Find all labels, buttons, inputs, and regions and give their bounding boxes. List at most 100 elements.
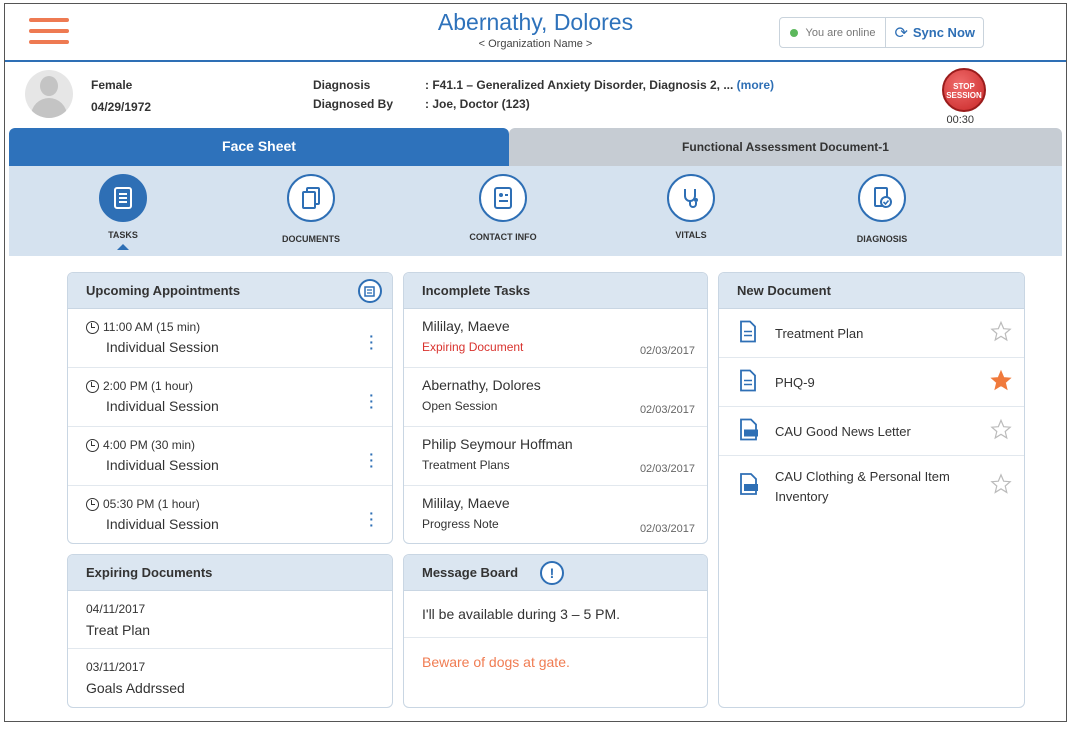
message-item-alert: Beware of dogs at gate. [422, 653, 570, 670]
stop-label: STOP [953, 82, 975, 91]
sync-status-box: You are online ⟳ Sync Now [778, 17, 984, 48]
document-icon [739, 320, 757, 346]
subnav-tasks[interactable]: TASKS [58, 174, 188, 250]
upcoming-appointments-card: Upcoming Appointments 11:00 AM (15 min) … [67, 272, 393, 544]
task-patient-name: Abernathy, Dolores [422, 377, 541, 393]
patient-info-bar: Female 04/29/1972 Diagnosis Diagnosed By… [5, 64, 1066, 128]
incomplete-tasks-card: Incomplete Tasks Mililay, Maeve Expiring… [403, 272, 708, 544]
appointment-row[interactable]: 2:00 PM (1 hour) Individual Session · · · [68, 368, 392, 427]
task-date: 02/03/2017 [639, 463, 695, 475]
clock-icon [86, 320, 99, 334]
task-row[interactable]: Philip Seymour Hoffman Treatment Plans 0… [404, 427, 707, 486]
upcoming-appointments-header: Upcoming Appointments [68, 273, 392, 309]
appointment-row[interactable]: 11:00 AM (15 min) Individual Session · · · [68, 309, 392, 368]
message-board-header: Message Board ! [404, 555, 707, 591]
diagnosis-label: Diagnosis [313, 78, 371, 92]
subnav-diagnosis-label: DIAGNOSIS [856, 234, 908, 244]
expiring-document-title: Treat Plan [86, 622, 151, 638]
task-row[interactable]: Abernathy, Dolores Open Session 02/03/20… [404, 368, 707, 427]
top-bar: Abernathy, Dolores < Organization Name >… [5, 4, 1066, 62]
session-label: SESSION [946, 91, 982, 100]
appointment-time: 2:00 PM (1 hour) [103, 379, 194, 393]
diagnosis-value: : F41.1 – Generalized Anxiety Disorder, … [425, 78, 774, 92]
task-row[interactable]: Mililay, Maeve Progress Note 02/03/2017 [404, 486, 707, 543]
online-dot-icon [789, 28, 798, 37]
alert-icon[interactable]: ! [540, 561, 564, 585]
expiring-document-date: 03/11/2017 [86, 660, 146, 674]
diagnosis-more-link[interactable]: (more) [737, 78, 774, 92]
star-outline-icon[interactable] [990, 473, 1012, 501]
appointment-title: Individual Session [106, 398, 219, 414]
sync-icon: ⟳ [894, 24, 908, 42]
appointment-title: Individual Session [106, 457, 219, 473]
new-document-header: New Document [719, 273, 1024, 309]
app-window: Abernathy, Dolores < Organization Name >… [4, 3, 1067, 722]
expiring-documents-header: Expiring Documents [68, 555, 392, 591]
stop-session-button[interactable]: STOP SESSION [942, 68, 986, 112]
document-icon [739, 369, 757, 395]
expiring-documents-title: Expiring Documents [86, 565, 213, 580]
diagnosed-by-value: : Joe, Doctor (123) [425, 97, 530, 111]
upcoming-appointments-title: Upcoming Appointments [86, 283, 241, 298]
expiring-documents-card: Expiring Documents 04/11/2017 Treat Plan… [67, 554, 393, 708]
message-board-title: Message Board [422, 565, 519, 580]
sync-now-button[interactable]: ⟳ Sync Now [886, 18, 983, 47]
online-status: You are online [780, 18, 887, 47]
patient-sex: Female [91, 78, 133, 92]
incomplete-tasks-title: Incomplete Tasks [422, 283, 531, 298]
task-date: 02/03/2017 [639, 404, 695, 416]
subnav-tasks-label: TASKS [108, 230, 138, 240]
incomplete-tasks-header: Incomplete Tasks [404, 273, 707, 309]
task-row[interactable]: Mililay, Maeve Expiring Document 02/03/2… [404, 309, 707, 368]
new-document-label: Treatment Plan [775, 325, 864, 341]
subnav-vitals[interactable]: VITALS [626, 174, 756, 240]
online-status-label: You are online [805, 26, 876, 39]
stethoscope-icon [667, 174, 715, 222]
new-document-label: CAU Good News Letter [775, 423, 911, 439]
session-timer: 00:30 [946, 114, 974, 126]
avatar [25, 70, 73, 118]
more-options-icon[interactable]: · · · [369, 506, 374, 532]
diagnosed-by-label: Diagnosed By [313, 97, 394, 111]
appointment-time: 4:00 PM (30 min) [103, 438, 196, 452]
subnav-vitals-label: VITALS [675, 230, 707, 240]
appointment-time: 11:00 AM (15 min) [103, 320, 201, 334]
more-options-icon[interactable]: · · · [369, 388, 374, 414]
sync-now-label: Sync Now [912, 25, 975, 40]
star-outline-icon[interactable] [990, 418, 1012, 444]
tasks-icon [99, 174, 147, 222]
expiring-document-row[interactable]: 04/11/2017 Treat Plan [68, 591, 392, 649]
more-options-icon[interactable]: · · · [369, 329, 374, 355]
task-date: 02/03/2017 [639, 523, 695, 535]
star-filled-icon[interactable] [990, 369, 1012, 395]
star-outline-icon[interactable] [990, 320, 1012, 346]
subnav-documents[interactable]: DOCUMENTS [246, 174, 376, 244]
subnav-documents-label: DOCUMENTS [282, 234, 340, 244]
new-document-card: New Document Treatment Plan PHQ-9 CAU Go… [718, 272, 1025, 708]
new-document-item[interactable]: CAU Good News Letter [719, 407, 1024, 456]
appointment-row[interactable]: 4:00 PM (30 min) Individual Session · · · [68, 427, 392, 486]
documents-icon [287, 174, 335, 222]
message-item: I'll be available during 3 – 5 PM. [404, 591, 707, 638]
diagnosis-icon [858, 174, 906, 222]
more-options-icon[interactable]: · · · [369, 447, 374, 473]
subnav-diagnosis[interactable]: DIAGNOSIS [817, 174, 947, 244]
subnav-contact-info[interactable]: CONTACT INFO [438, 174, 568, 242]
tab-face-sheet[interactable]: Face Sheet [9, 128, 509, 166]
tab-functional-assessment[interactable]: Functional Assessment Document-1 [509, 128, 1062, 166]
appointment-title: Individual Session [106, 516, 219, 532]
expiring-document-row[interactable]: 03/11/2017 Goals Addrssed [68, 649, 392, 707]
active-caret-icon [117, 244, 129, 250]
edit-calendar-icon[interactable] [358, 279, 382, 303]
subnav-contact-info-label: CONTACT INFO [469, 232, 537, 242]
appointment-row[interactable]: 05:30 PM (1 hour) Individual Session · · · [68, 486, 392, 543]
new-document-item[interactable]: CAU Clothing & Personal Item Inventory [719, 456, 1024, 518]
clock-icon [86, 497, 99, 511]
message-board-card: Message Board ! I'll be available during… [403, 554, 708, 708]
appointment-title: Individual Session [106, 339, 219, 355]
new-document-item[interactable]: Treatment Plan [719, 309, 1024, 358]
task-patient-name: Philip Seymour Hoffman [422, 436, 573, 452]
clock-icon [86, 379, 99, 393]
task-patient-name: Mililay, Maeve [422, 495, 510, 511]
new-document-item[interactable]: PHQ-9 [719, 358, 1024, 407]
